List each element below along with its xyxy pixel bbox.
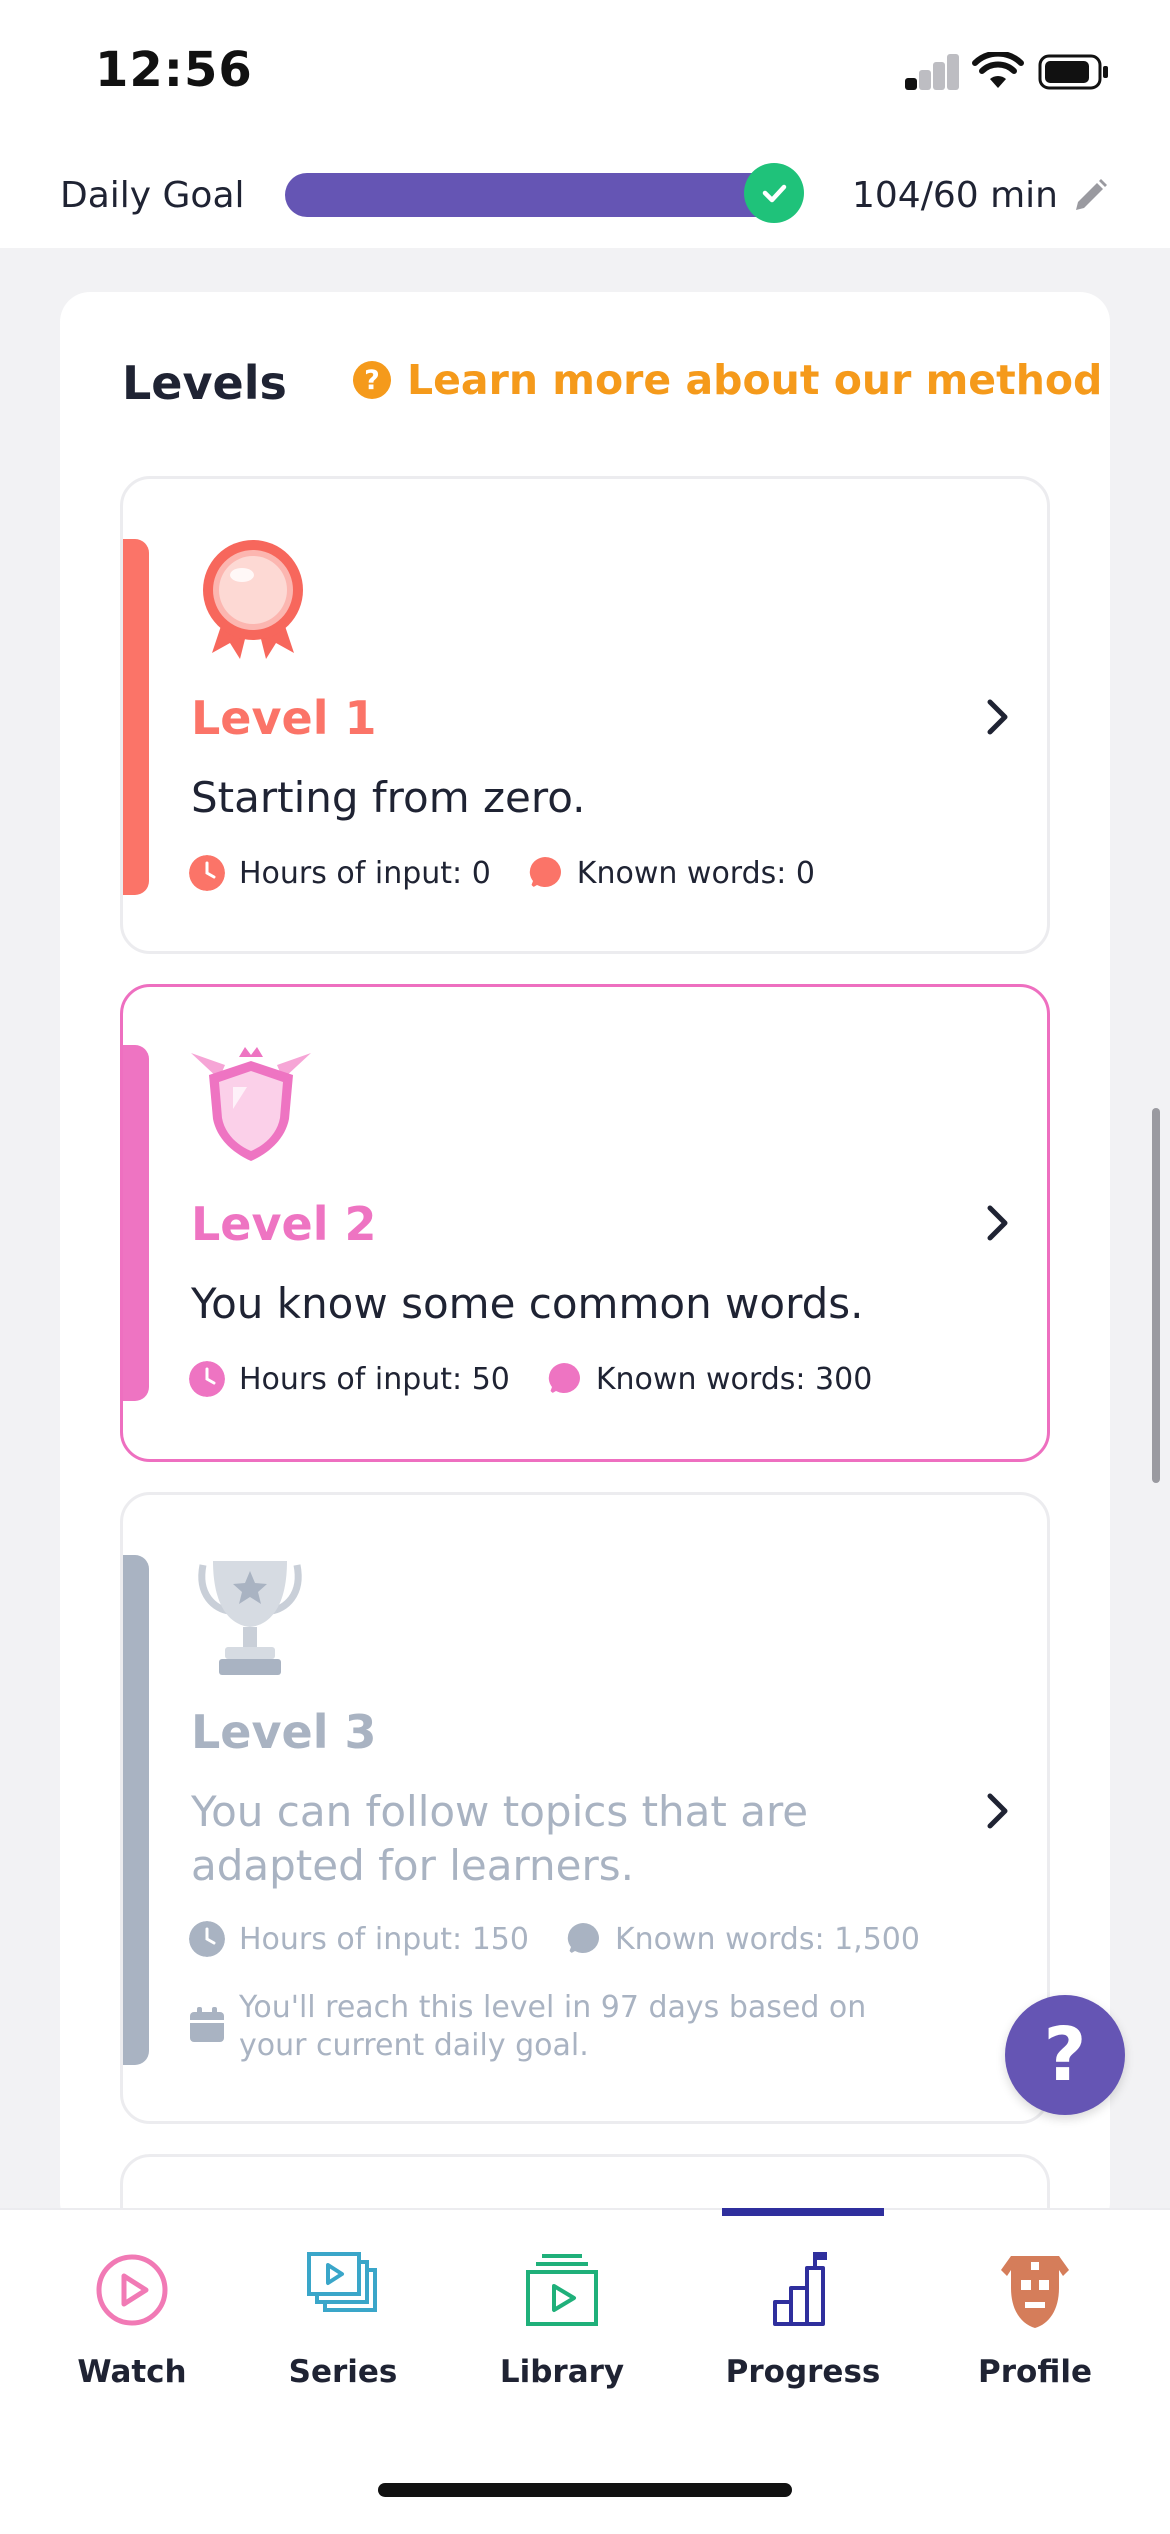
chevron-right-icon xyxy=(987,1793,1008,1829)
tab-progress[interactable]: Progress xyxy=(703,2248,903,2390)
tab-series-label: Series xyxy=(288,2354,398,2390)
level-2-words: Known words: 300 xyxy=(595,1361,873,1397)
edit-pencil-icon[interactable] xyxy=(1070,176,1110,216)
level-3-words: Known words: 1,500 xyxy=(614,1921,920,1957)
level-3-description: You can follow topics that are adapted f… xyxy=(191,1787,809,1890)
home-indicator xyxy=(378,2483,792,2497)
tab-watch[interactable]: Watch xyxy=(32,2248,232,2390)
chevron-right-icon xyxy=(987,699,1008,735)
trophy-badge-icon xyxy=(198,1561,302,1675)
level-1-accent xyxy=(123,539,149,895)
level-1-words: Known words: 0 xyxy=(576,855,816,891)
help-button[interactable]: ? xyxy=(1005,1995,1125,2115)
learn-more-link[interactable]: ? Learn more about our method xyxy=(353,356,1102,404)
tab-watch-label: Watch xyxy=(77,2354,187,2390)
scrollbar[interactable] xyxy=(1152,1108,1160,1483)
library-icon xyxy=(526,2254,598,2326)
level-3-accent xyxy=(123,1555,149,2065)
level-1-card[interactable]: Level 1 Starting from zero. Hours of inp… xyxy=(120,476,1050,954)
level-3-eta-text: You'll reach this level in 97 days based… xyxy=(239,1990,867,2063)
level-3-hours: Hours of input: 150 xyxy=(239,1921,529,1957)
level-1-title: Level 1 xyxy=(191,691,377,745)
level-3-eta-note: You'll reach this level in 97 days based… xyxy=(189,1989,909,2065)
calendar-icon xyxy=(190,2007,224,2042)
level-2-stats: Hours of input: 50 Known words: 300 xyxy=(189,1361,872,1397)
tab-series[interactable]: Series xyxy=(243,2248,443,2390)
clock-icon xyxy=(189,855,225,891)
level-2-accent xyxy=(123,1045,149,1401)
tab-library-label: Library xyxy=(499,2354,625,2390)
chevron-right-icon xyxy=(987,1205,1008,1241)
play-circle-icon xyxy=(96,2254,168,2326)
level-2-hours: Hours of input: 50 xyxy=(239,1361,510,1397)
daily-goal-label: Daily Goal xyxy=(60,175,245,216)
tab-library[interactable]: Library xyxy=(462,2248,662,2390)
level-1-stats: Hours of input: 0 Known words: 0 xyxy=(189,855,815,891)
clock-icon xyxy=(189,1361,225,1397)
clock-icon xyxy=(189,1921,225,1957)
goal-complete-check-icon xyxy=(744,163,804,223)
level-3-card[interactable]: Level 3 You can follow topics that are a… xyxy=(120,1492,1050,2124)
series-stack-icon xyxy=(307,2252,377,2312)
level-1-description: Starting from zero. xyxy=(191,773,586,822)
level-2-description: You know some common words. xyxy=(191,1279,864,1328)
active-tab-indicator xyxy=(722,2208,884,2216)
speech-bubble-icon xyxy=(529,857,561,889)
daily-goal-value: 104/60 min xyxy=(852,175,1058,216)
wifi-icon xyxy=(972,52,1024,88)
cellular-signal-icon xyxy=(905,52,959,90)
level-1-hours: Hours of input: 0 xyxy=(239,855,491,891)
tab-progress-label: Progress xyxy=(725,2354,881,2390)
status-time: 12:56 xyxy=(95,42,253,98)
daily-goal-progress-bar xyxy=(285,173,785,217)
question-icon: ? xyxy=(353,361,391,399)
progress-chart-icon xyxy=(773,2252,827,2326)
level-3-stats: Hours of input: 150 Known words: 1,500 xyxy=(189,1921,920,1957)
level-2-title: Level 2 xyxy=(191,1197,377,1251)
tab-profile[interactable]: Profile xyxy=(935,2248,1135,2390)
learn-more-label: Learn more about our method xyxy=(407,356,1103,404)
speech-bubble-icon xyxy=(548,1363,580,1395)
shield-badge-icon xyxy=(191,1047,311,1161)
levels-title: Levels xyxy=(122,356,287,410)
speech-bubble-icon xyxy=(567,1923,599,1955)
rosette-badge-icon xyxy=(203,540,303,659)
tab-profile-label: Profile xyxy=(978,2354,1092,2390)
profile-mask-icon xyxy=(1001,2256,1069,2328)
level-2-card[interactable]: Level 2 You know some common words. Hour… xyxy=(120,984,1050,1462)
level-3-title: Level 3 xyxy=(191,1705,377,1759)
battery-icon xyxy=(1038,54,1108,90)
